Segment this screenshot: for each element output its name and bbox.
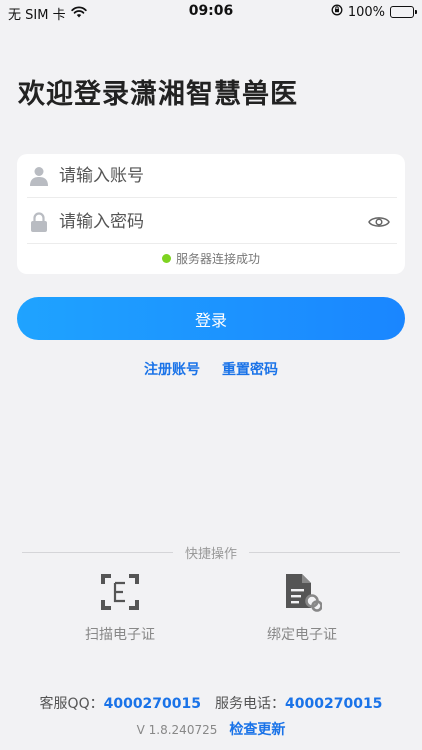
register-link[interactable]: 注册账号: [144, 359, 200, 379]
quick-actions-heading: 快捷操作: [185, 547, 238, 562]
status-dot: [161, 254, 171, 263]
user-icon: [29, 166, 49, 186]
document-link-icon: [282, 572, 323, 612]
eye-icon[interactable]: [367, 210, 391, 234]
phone-number[interactable]: 4000270015: [285, 696, 382, 712]
divider-line-right: [249, 552, 401, 553]
password-input[interactable]: [59, 211, 367, 232]
version-row: V 1.8.240725 检查更新: [0, 719, 422, 739]
scan-certificate-label: 扫描电子证: [85, 627, 155, 643]
orientation-lock-icon: [331, 4, 343, 20]
quick-actions-divider: 快捷操作: [22, 543, 401, 562]
account-input[interactable]: [59, 165, 397, 186]
divider-line-left: [22, 552, 173, 553]
bind-certificate-button[interactable]: 绑定电子证: [222, 572, 382, 644]
auth-links: 注册账号 重置密码: [0, 359, 422, 379]
scan-e-icon: [100, 572, 140, 612]
server-status-text: 服务器连接成功: [175, 252, 260, 266]
phone-contact: 服务电话：4000270015: [215, 693, 382, 713]
page-title: 欢迎登录潇湘智慧兽医: [18, 79, 298, 110]
status-bar: 无 SIM 卡 09:06 100%: [0, 0, 422, 24]
reset-password-link[interactable]: 重置密码: [222, 359, 278, 379]
password-field: [27, 200, 397, 244]
check-update-link[interactable]: 检查更新: [229, 719, 285, 739]
qq-label: 客服QQ：: [39, 696, 104, 712]
qq-number[interactable]: 4000270015: [104, 696, 201, 712]
bind-certificate-label: 绑定电子证: [267, 627, 337, 643]
battery-icon: [390, 6, 417, 18]
lock-icon: [29, 211, 49, 232]
version-text: V 1.8.240725: [136, 723, 218, 737]
server-status: 服务器连接成功: [17, 250, 405, 267]
scan-certificate-button[interactable]: 扫描电子证: [40, 572, 200, 644]
status-right: 100%: [331, 4, 417, 20]
battery-percent: 100%: [347, 4, 385, 20]
login-card: 服务器连接成功: [17, 154, 405, 274]
qq-contact: 客服QQ：4000270015: [40, 693, 201, 713]
login-button[interactable]: 登录: [17, 297, 405, 340]
contact-info: 客服QQ：4000270015 服务电话：4000270015: [0, 693, 422, 713]
account-field: [27, 154, 397, 198]
phone-label: 服务电话：: [215, 696, 286, 712]
